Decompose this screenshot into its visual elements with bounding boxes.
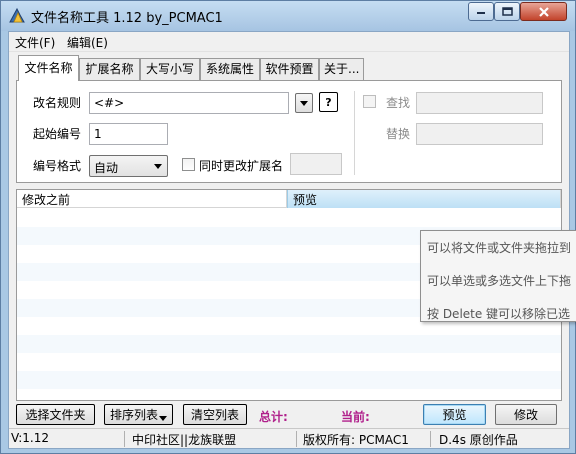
clear-list-button[interactable]: 清空列表	[183, 404, 247, 425]
rename-rule-label: 改名规则	[33, 96, 82, 110]
find-checkbox[interactable]	[363, 95, 376, 108]
minimize-button[interactable]	[468, 2, 494, 21]
replace-label: 替换	[386, 127, 411, 141]
number-format-select[interactable]: 自动	[89, 155, 168, 177]
tooltip-line: 可以单选或多选文件上下拖	[427, 274, 572, 288]
window-title: 文件名称工具 1.12 by_PCMAC1	[31, 11, 223, 26]
preview-button[interactable]: 预览	[423, 404, 486, 425]
drag-hint-tooltip: 可以将文件或文件夹拖拉到 可以单选或多选文件上下拖 按 Delete 键可以移除…	[420, 230, 576, 322]
maximize-icon	[501, 7, 513, 16]
menu-bar: 文件(F) 编辑(E)	[9, 32, 569, 52]
sort-list-label: 排序列表	[109, 408, 158, 422]
status-copyright: 版权所有: PCMAC1	[303, 433, 409, 447]
total-label: 总计:	[259, 410, 288, 424]
app-window: 文件名称工具 1.12 by_PCMAC1 文件(F) 编辑(E) 文件名称 扩…	[0, 0, 576, 454]
status-separator	[296, 431, 297, 447]
tab-system-attributes[interactable]: 系统属性	[200, 58, 260, 80]
number-format-value: 自动	[94, 161, 119, 175]
select-folder-button[interactable]: 选择文件夹	[16, 404, 95, 425]
find-label: 查找	[386, 96, 411, 110]
extension-input	[290, 153, 342, 175]
column-header-before[interactable]: 修改之前	[17, 190, 287, 208]
tab-case[interactable]: 大写小写	[140, 58, 200, 80]
list-row-stripe	[17, 371, 561, 389]
rename-rule-input[interactable]: <#>	[89, 92, 289, 114]
status-separator	[124, 431, 125, 447]
modify-button[interactable]: 修改	[495, 404, 557, 425]
sort-list-button[interactable]: 排序列表	[104, 404, 173, 425]
rename-rule-dropdown-button[interactable]	[295, 93, 313, 113]
tab-extension[interactable]: 扩展名称	[79, 58, 140, 80]
list-header: 修改之前 预览	[17, 190, 561, 208]
status-bar: V:1.12 中印社区||龙族联盟 版权所有: PCMAC1 D.4s 原创作品	[9, 428, 569, 448]
tab-about[interactable]: 关于...	[319, 58, 364, 80]
number-format-label: 编号格式	[33, 159, 82, 173]
replace-input[interactable]	[416, 123, 543, 145]
status-original: D.4s 原创作品	[439, 433, 518, 447]
also-change-extension-label: 同时更改扩展名	[199, 159, 284, 173]
tab-filename[interactable]: 文件名称	[18, 55, 79, 81]
menu-file[interactable]: 文件(F)	[15, 34, 55, 51]
also-change-extension-checkbox[interactable]	[182, 158, 195, 171]
caret-down-icon	[159, 416, 167, 421]
minimize-icon	[477, 11, 485, 14]
menu-edit[interactable]: 编辑(E)	[67, 34, 108, 51]
maximize-button[interactable]	[494, 2, 520, 21]
status-separator	[430, 431, 431, 447]
chevron-down-icon	[300, 100, 308, 106]
close-icon	[538, 6, 549, 17]
find-input[interactable]	[416, 92, 543, 114]
app-icon	[8, 7, 26, 25]
panel-divider	[354, 91, 355, 175]
tab-panel-filename: 改名规则 <#> ? 起始编号 1 编号格式 自动 同时更改扩展名 查找 替换	[16, 80, 562, 183]
close-button[interactable]	[520, 2, 567, 21]
start-number-label: 起始编号	[33, 127, 82, 141]
status-version: V:1.12	[11, 431, 49, 445]
tab-presets[interactable]: 软件预置	[260, 58, 319, 80]
status-community-link[interactable]: 中印社区||龙族联盟	[132, 431, 236, 448]
title-bar[interactable]: 文件名称工具 1.12 by_PCMAC1	[1, 1, 575, 31]
list-row-stripe	[17, 335, 561, 353]
start-number-input[interactable]: 1	[89, 123, 168, 145]
column-header-preview[interactable]: 预览	[287, 190, 561, 208]
help-button[interactable]: ?	[319, 92, 338, 112]
current-label: 当前:	[341, 410, 370, 424]
chevron-down-icon	[154, 164, 162, 169]
tooltip-line: 按 Delete 键可以移除已选	[427, 307, 571, 321]
tooltip-line: 可以将文件或文件夹拖拉到	[427, 241, 572, 255]
